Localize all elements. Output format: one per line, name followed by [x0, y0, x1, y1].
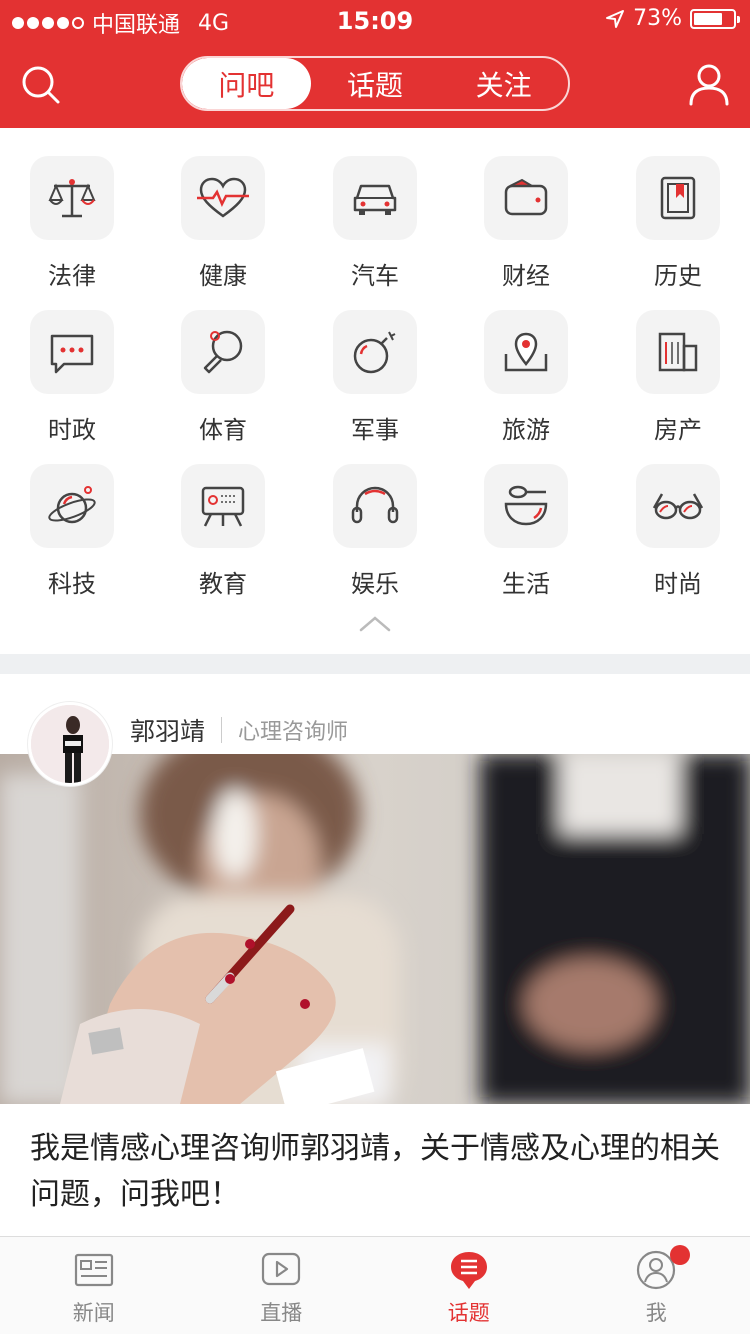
- feed-caption[interactable]: 我是情感心理咨询师郭羽靖，关于情感及心理的相关问题，问我吧！: [30, 1126, 720, 1218]
- header: 中国联通 4G 15:09 73% 问吧 话题 关注: [0, 0, 750, 128]
- notification-badge: [669, 1245, 690, 1265]
- heart-pulse-icon: [197, 177, 249, 218]
- category-label: 旅游: [502, 416, 550, 444]
- sunglasses-icon: [652, 493, 704, 520]
- category-travel[interactable]: 旅游: [450, 310, 602, 460]
- category-education[interactable]: 教育: [147, 464, 299, 614]
- tab-topics[interactable]: 话题: [311, 58, 440, 109]
- category-label: 时政: [48, 416, 96, 444]
- author-name[interactable]: 郭羽靖: [130, 712, 205, 748]
- tab-news[interactable]: 新闻: [0, 1237, 188, 1334]
- play-icon: [262, 1252, 301, 1286]
- category-history[interactable]: 历史: [602, 156, 750, 306]
- tab-label: 新闻: [72, 1301, 115, 1325]
- feed-photo[interactable]: [0, 754, 750, 1104]
- category-label: 娱乐: [351, 570, 399, 598]
- category-health[interactable]: 健康: [147, 156, 299, 306]
- chevron-up-icon[interactable]: [358, 614, 392, 634]
- category-label: 汽车: [351, 262, 399, 290]
- tab-wenba[interactable]: 问吧: [182, 58, 311, 109]
- battery-percent: 73%: [633, 6, 682, 31]
- category-finance[interactable]: 财经: [450, 156, 602, 306]
- status-bar: 中国联通 4G 15:09 73%: [0, 0, 750, 40]
- category-label: 科技: [48, 570, 96, 598]
- author-info: 郭羽靖 心理咨询师: [130, 712, 348, 748]
- ping-pong-icon: [203, 330, 243, 374]
- map-pin-icon: [504, 332, 548, 372]
- wallet-icon: [504, 178, 548, 216]
- category-grid: 法律 健康 汽车 财经 历史 时政 体育 军事 旅游 房产 科技 教育 娱乐 生…: [0, 128, 750, 654]
- category-label: 房产: [654, 416, 702, 444]
- category-entertainment[interactable]: 娱乐: [299, 464, 451, 614]
- feed-card[interactable]: 郭羽靖 心理咨询师 我是情感心理咨询师郭羽靖，关于情感及心理的相关问题，问我吧！: [0, 674, 750, 1236]
- battery-icon: [690, 8, 740, 29]
- category-sports[interactable]: 体育: [147, 310, 299, 460]
- blackboard-icon: [201, 486, 245, 527]
- topic-bubble-icon: [450, 1252, 487, 1289]
- tab-label: 我: [645, 1301, 667, 1325]
- newspaper-icon: [74, 1253, 113, 1287]
- location-arrow-icon: [606, 9, 625, 28]
- author-divider: [221, 717, 223, 743]
- car-icon: [353, 184, 397, 215]
- bowl-icon: [504, 485, 548, 526]
- tab-topics-bottom[interactable]: 话题: [375, 1237, 563, 1334]
- tab-me[interactable]: 我: [563, 1237, 750, 1334]
- category-fashion[interactable]: 时尚: [602, 464, 750, 614]
- bomb-icon: [353, 331, 396, 374]
- planet-icon: [48, 486, 96, 524]
- category-label: 法律: [48, 262, 96, 290]
- section-divider: [0, 654, 750, 674]
- category-label: 军事: [351, 416, 399, 444]
- counseling-photo: [0, 754, 750, 1104]
- category-label: 生活: [502, 570, 550, 598]
- category-auto[interactable]: 汽车: [299, 156, 451, 306]
- category-property[interactable]: 房产: [602, 310, 750, 460]
- category-military[interactable]: 军事: [299, 310, 451, 460]
- tab-live[interactable]: 直播: [188, 1237, 376, 1334]
- bottom-tab-bar: 新闻 直播 话题 我: [0, 1236, 750, 1334]
- profile-icon[interactable]: [688, 62, 730, 106]
- tab-label: 话题: [447, 1301, 490, 1325]
- avatar[interactable]: [28, 702, 112, 786]
- headphones-icon: [351, 486, 399, 524]
- building-icon: [658, 332, 698, 372]
- category-label: 历史: [654, 262, 702, 290]
- category-label: 健康: [199, 262, 247, 290]
- category-label: 教育: [199, 570, 247, 598]
- chat-bubble-icon: [50, 334, 94, 374]
- book-icon: [660, 176, 696, 220]
- tab-label: 直播: [260, 1301, 303, 1325]
- tab-following[interactable]: 关注: [439, 58, 568, 109]
- header-segmented-control: 问吧 话题 关注: [180, 56, 570, 111]
- category-label: 时尚: [654, 570, 702, 598]
- category-life[interactable]: 生活: [450, 464, 602, 614]
- author-title: 心理咨询师: [238, 720, 349, 745]
- scales-icon: [48, 179, 96, 218]
- category-tech[interactable]: 科技: [0, 464, 148, 614]
- search-icon[interactable]: [20, 64, 62, 106]
- category-law[interactable]: 法律: [0, 156, 148, 306]
- category-label: 体育: [199, 416, 247, 444]
- category-label: 财经: [502, 262, 550, 290]
- category-politics[interactable]: 时政: [0, 310, 148, 460]
